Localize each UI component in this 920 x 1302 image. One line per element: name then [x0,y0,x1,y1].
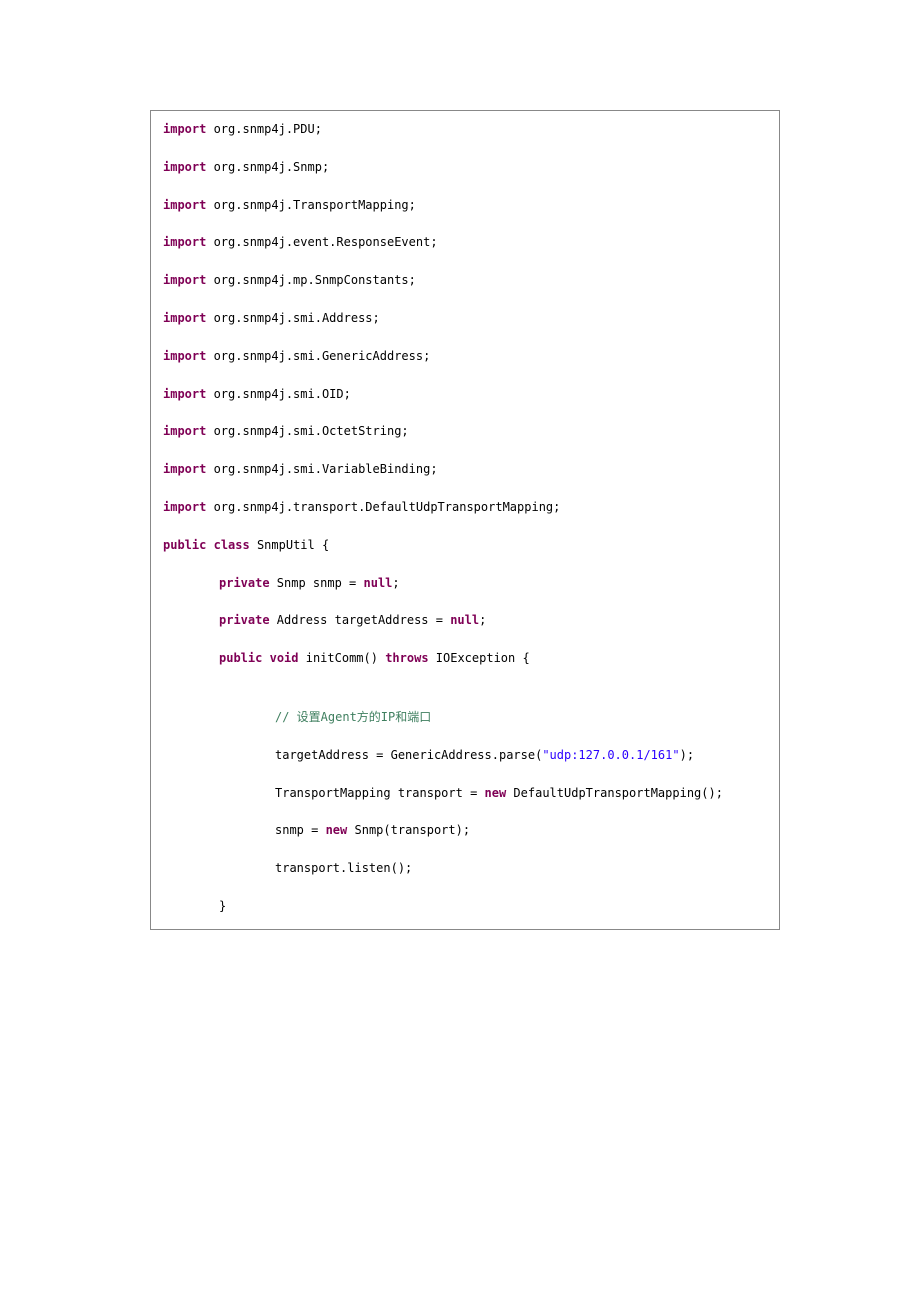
code-text: SnmpUtil { [250,538,329,552]
keyword: throws [385,651,428,665]
code-line: import org.snmp4j.TransportMapping; [163,197,767,214]
keyword: private [219,576,270,590]
code-block: import org.snmp4j.PDU; import org.snmp4j… [150,110,780,930]
keyword: import [163,387,206,401]
code-line: import org.snmp4j.transport.DefaultUdpTr… [163,499,767,516]
code-line: public void initComm() throws IOExceptio… [163,650,767,667]
keyword: import [163,273,206,287]
code-text: org.snmp4j.smi.OctetString; [206,424,408,438]
keyword: private [219,613,270,627]
code-line: targetAddress = GenericAddress.parse("ud… [163,747,767,764]
code-text: org.snmp4j.Snmp; [206,160,329,174]
keyword: new [485,786,507,800]
code-comment: // 设置Agent方的IP和端口 [275,710,431,724]
code-line: private Address targetAddress = null; [163,612,767,629]
code-text: initComm() [299,651,386,665]
code-text: DefaultUdpTransportMapping(); [506,786,723,800]
keyword: import [163,235,206,249]
code-text: ; [392,576,399,590]
code-line: import org.snmp4j.smi.OctetString; [163,423,767,440]
code-line: import org.snmp4j.Snmp; [163,159,767,176]
keyword: import [163,122,206,136]
code-line: TransportMapping transport = new Default… [163,785,767,802]
keyword: import [163,462,206,476]
code-line: public class SnmpUtil { [163,537,767,554]
code-text: org.snmp4j.smi.VariableBinding; [206,462,437,476]
keyword: import [163,311,206,325]
code-text: org.snmp4j.smi.Address; [206,311,379,325]
code-text: org.snmp4j.TransportMapping; [206,198,416,212]
document-page: import org.snmp4j.PDU; import org.snmp4j… [0,0,920,1040]
code-text: org.snmp4j.smi.OID; [206,387,351,401]
keyword: import [163,349,206,363]
keyword: public [163,538,206,552]
code-line: import org.snmp4j.smi.OID; [163,386,767,403]
code-text: targetAddress = GenericAddress.parse( [275,748,542,762]
code-text: org.snmp4j.event.ResponseEvent; [206,235,437,249]
code-text: Snmp(transport); [347,823,470,837]
keyword: import [163,198,206,212]
code-text: transport.listen(); [275,861,412,875]
code-line: import org.snmp4j.mp.SnmpConstants; [163,272,767,289]
code-text: IOException { [429,651,530,665]
keyword: import [163,500,206,514]
code-text: ; [479,613,486,627]
code-line: import org.snmp4j.smi.VariableBinding; [163,461,767,478]
code-line: snmp = new Snmp(transport); [163,822,767,839]
code-line: // 设置Agent方的IP和端口 [163,709,767,726]
keyword: null [364,576,393,590]
keyword: import [163,160,206,174]
code-line: import org.snmp4j.event.ResponseEvent; [163,234,767,251]
keyword: import [163,424,206,438]
keyword: new [326,823,348,837]
code-text: org.snmp4j.PDU; [206,122,322,136]
code-text: snmp = [275,823,326,837]
code-string: "udp:127.0.0.1/161" [542,748,679,762]
code-text: Snmp snmp = [270,576,364,590]
code-text: org.snmp4j.transport.DefaultUdpTransport… [206,500,560,514]
code-line: import org.snmp4j.smi.Address; [163,310,767,327]
code-line: import org.snmp4j.PDU; [163,121,767,138]
code-text: Address targetAddress = [270,613,451,627]
code-text: ); [680,748,694,762]
code-line: import org.snmp4j.smi.GenericAddress; [163,348,767,365]
code-line: private Snmp snmp = null; [163,575,767,592]
code-text: org.snmp4j.smi.GenericAddress; [206,349,430,363]
code-line: transport.listen(); [163,860,767,877]
code-text: org.snmp4j.mp.SnmpConstants; [206,273,416,287]
keyword: class [214,538,250,552]
code-line: } [163,898,767,915]
code-text: TransportMapping transport = [275,786,485,800]
keyword: public [219,651,262,665]
code-text: } [219,899,226,913]
keyword: void [270,651,299,665]
keyword: null [450,613,479,627]
